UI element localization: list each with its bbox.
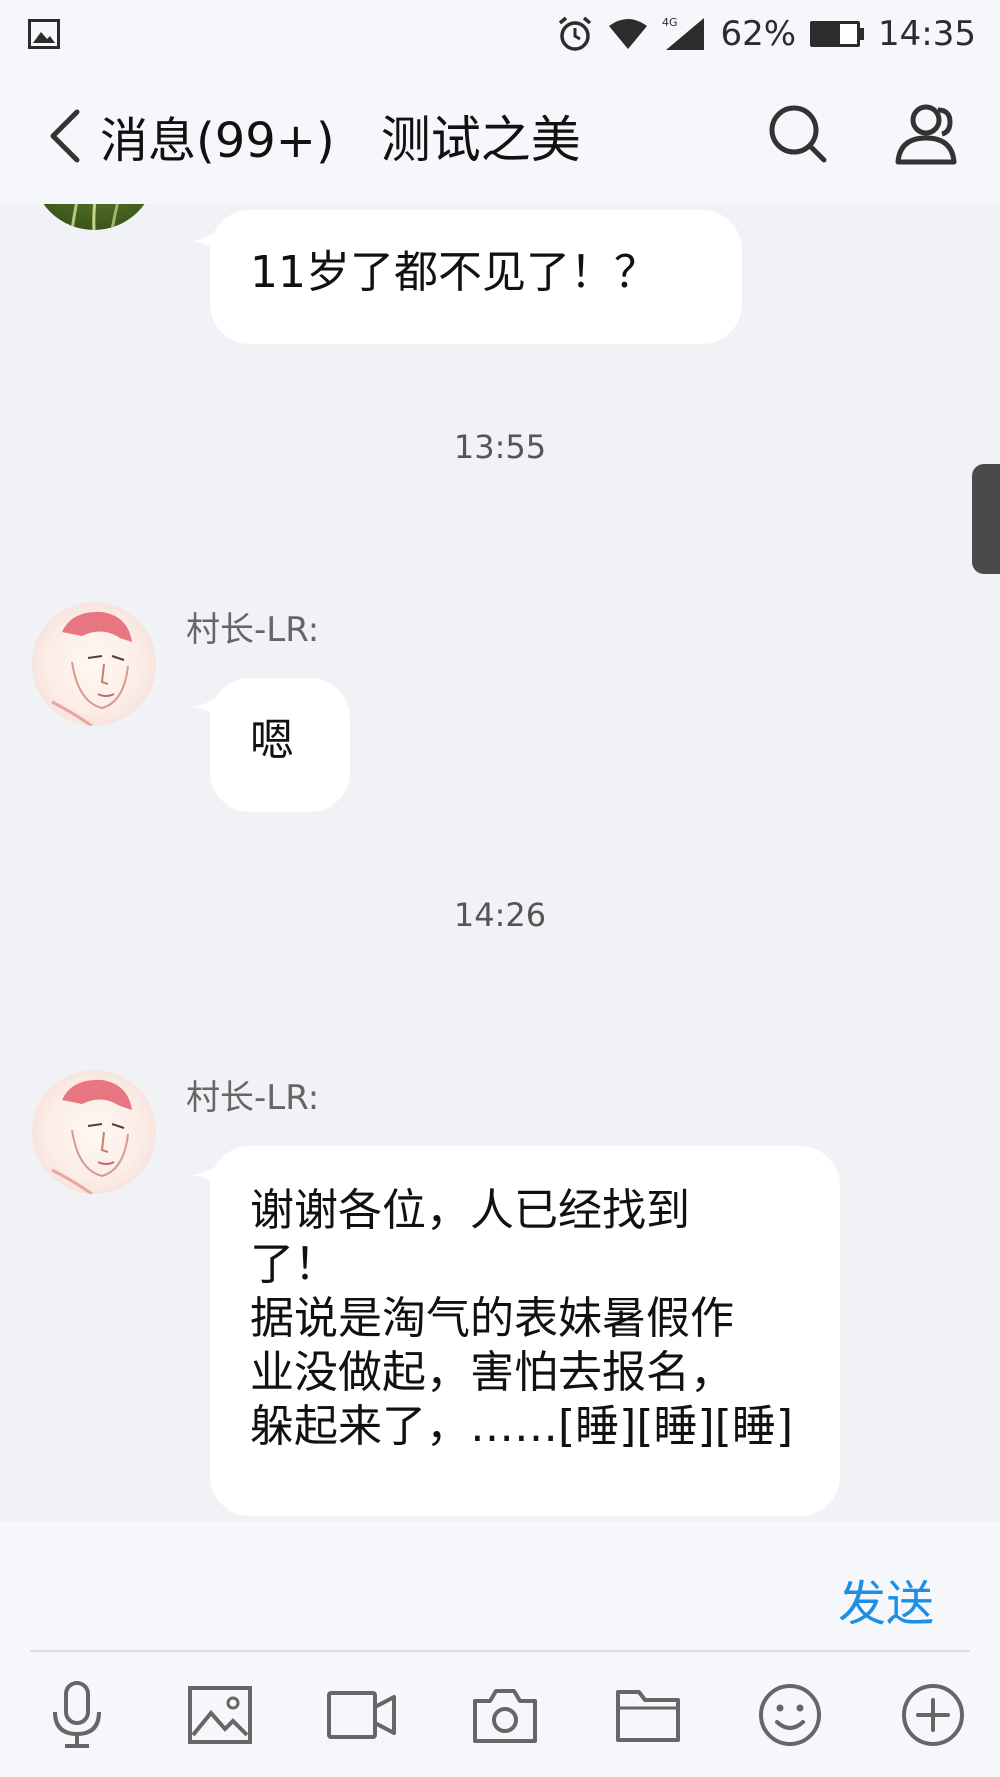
camera-button[interactable]	[438, 1665, 573, 1765]
chevron-left-icon	[50, 109, 80, 163]
avatar[interactable]	[32, 1070, 156, 1194]
message-bubble[interactable]: 嗯	[210, 678, 350, 812]
message-line: 谢谢各位，人已经找到	[250, 1185, 690, 1236]
message-line: 业没做起，害怕去报名，	[250, 1347, 734, 1398]
battery-icon	[810, 21, 865, 47]
camera-icon	[473, 1688, 538, 1743]
status-left	[28, 19, 60, 49]
sender-name: 村长-LR:	[186, 610, 320, 650]
avatar[interactable]	[32, 204, 156, 230]
sender-name: 村长-LR:	[186, 1078, 320, 1118]
message-line: 了！	[250, 1239, 338, 1290]
face-avatar-image	[51, 1079, 132, 1194]
folder-icon	[615, 1689, 680, 1742]
group-members-button[interactable]	[888, 94, 968, 174]
input-area: 发送	[0, 1522, 1000, 1777]
search-icon	[769, 105, 827, 163]
emoji-icon	[759, 1683, 822, 1746]
status-time: 14:35	[878, 14, 976, 54]
microphone-icon	[53, 1680, 102, 1748]
more-button[interactable]	[865, 1665, 1000, 1765]
network-type-label: 4G	[662, 16, 678, 29]
video-icon	[327, 1690, 397, 1739]
message-line: 躲起来了，……[睡][睡][睡]	[250, 1401, 793, 1452]
status-right: 4G 62% 14:35	[556, 14, 976, 54]
chat-title: 测试之美	[380, 111, 581, 169]
gallery-notification-icon	[28, 19, 60, 49]
photo-button[interactable]	[153, 1665, 288, 1765]
message-timestamp: 14:26	[453, 896, 547, 934]
wifi-icon	[608, 18, 648, 50]
send-button[interactable]: 发送	[838, 1564, 934, 1634]
chat-header: 消息(99+) 测试之美	[0, 68, 1000, 204]
header-actions	[758, 94, 968, 174]
back-button[interactable]	[30, 96, 100, 176]
users-icon	[895, 104, 957, 165]
plus-icon	[901, 1683, 964, 1746]
message-line: 据说是淘气的表妹暑假作	[250, 1293, 734, 1344]
video-call-button[interactable]	[295, 1665, 430, 1765]
alarm-icon	[556, 15, 594, 53]
cellular-signal-icon: 4G	[662, 16, 706, 52]
message-input[interactable]	[30, 1542, 810, 1662]
back-label[interactable]: 消息(99+)	[100, 101, 335, 171]
input-toolbar	[0, 1652, 1000, 1777]
face-avatar-image	[51, 611, 132, 726]
plant-avatar-image	[70, 204, 119, 230]
fast-scroll-handle[interactable]	[972, 464, 1000, 574]
status-bar: 4G 62% 14:35	[0, 0, 1000, 68]
message-text: 嗯	[250, 715, 294, 766]
message-timestamp: 13:55	[453, 428, 547, 466]
message-bubble[interactable]: 11岁了都不见了！？	[210, 210, 742, 344]
avatar[interactable]	[32, 602, 156, 726]
message-bubble[interactable]: 谢谢各位，人已经找到 了！ 据说是淘气的表妹暑假作 业没做起，害怕去报名， 躲起…	[210, 1146, 840, 1516]
message-list[interactable]: 11岁了都不见了！？ 13:55 村长-LR: 嗯 14:26 村长-LR: 谢…	[0, 204, 1000, 1522]
message-text: 11岁了都不见了！？	[250, 247, 658, 298]
file-button[interactable]	[580, 1665, 715, 1765]
voice-button[interactable]	[10, 1665, 145, 1765]
image-icon	[187, 1685, 252, 1744]
search-button[interactable]	[758, 94, 838, 174]
emoji-button[interactable]	[723, 1665, 858, 1765]
battery-percent: 62%	[720, 14, 797, 54]
